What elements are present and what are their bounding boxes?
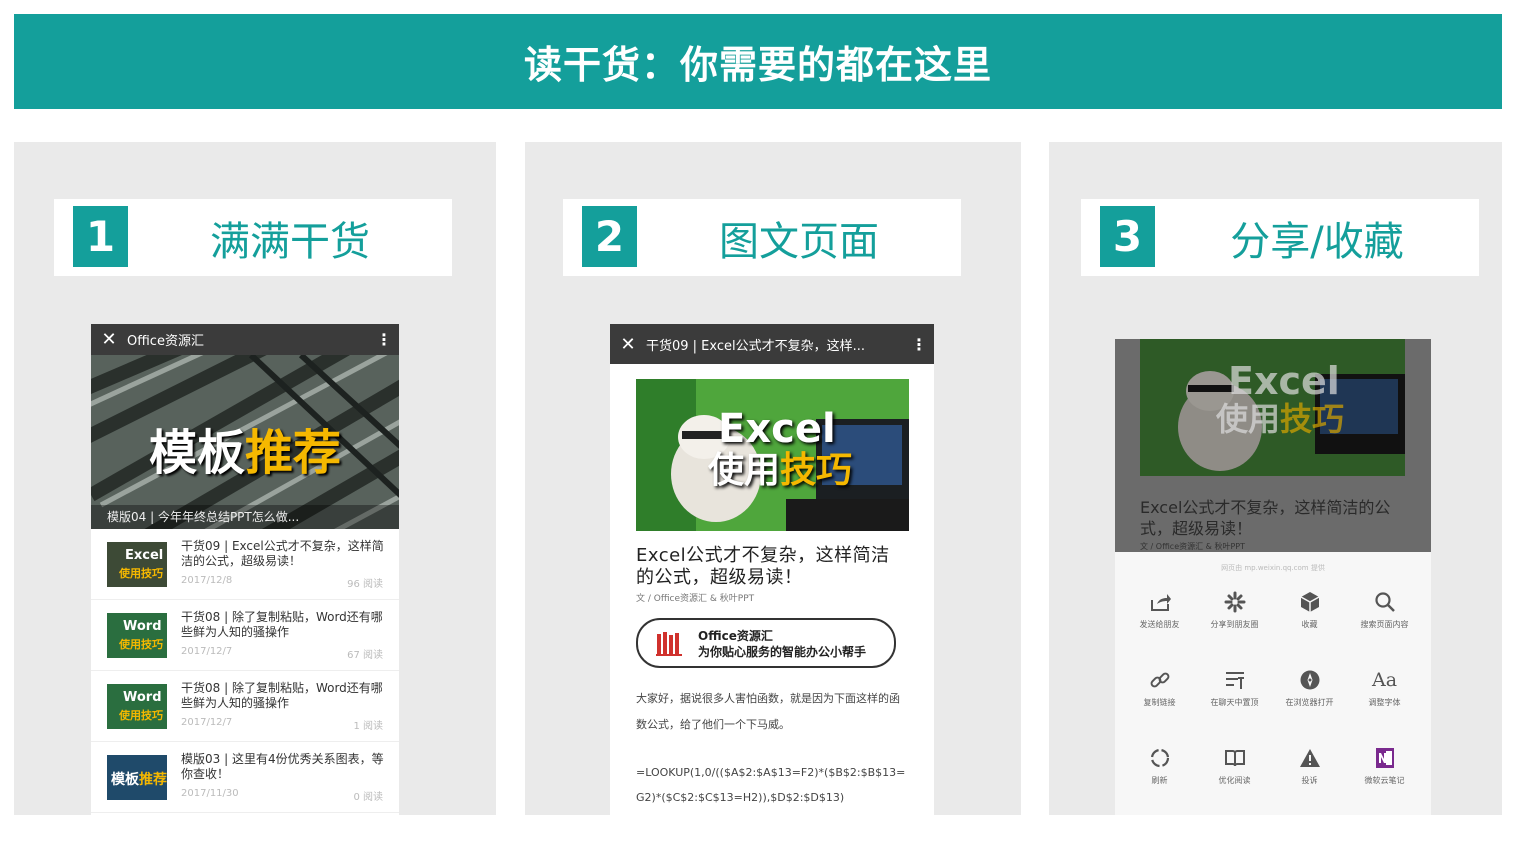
onenote-button[interactable]: 微软云笔记 <box>1347 745 1422 786</box>
app-bar: ✕ Office资源汇 ⋮ <box>91 324 399 355</box>
copy-link-button[interactable]: 复制链接 <box>1122 667 1197 708</box>
pin-in-chat-button[interactable]: 在聊天中置顶 <box>1197 667 1272 708</box>
article-formula: =LOOKUP(1,0/(($A$2:$A$13=F2)*($B$2:$B$13… <box>636 766 906 804</box>
article-title: Excel公式才不复杂，这样简洁的公式，超级易读！ <box>636 545 890 588</box>
banner-title: 读干货：你需要的都在这里 <box>523 43 992 87</box>
article-thumbnail: Word 使用技巧 <box>107 684 167 729</box>
close-icon[interactable]: ✕ <box>610 334 646 355</box>
article-title: 干货08 | 除了复制粘贴，Word还有哪些鲜为人知的骚操作 <box>181 681 383 710</box>
refresh-button[interactable]: 刷新 <box>1122 745 1197 786</box>
pin-chat-icon <box>1225 672 1244 689</box>
article-thumbnail: Word 使用技巧 <box>107 613 167 658</box>
list-item[interactable]: Word 使用技巧 干货08 | 除了复制粘贴，Word还有哪些鲜为人知的骚操作… <box>91 600 399 671</box>
article-date: 2017/11/30 <box>181 788 239 799</box>
article-byline: 文 / Office资源汇 & 秋叶PPT <box>1140 542 1245 551</box>
article-title: 干货09 | Excel公式才不复杂，这样简洁的公式，超级易读！ <box>181 539 384 568</box>
top-banner: 读干货：你需要的都在这里 <box>14 14 1502 109</box>
app-title: Office资源汇 <box>127 334 204 349</box>
refresh-icon <box>1150 748 1169 768</box>
complaint-icon <box>1299 749 1320 767</box>
article-read-count: 0 阅读 <box>353 792 383 803</box>
font-size-button[interactable]: Aa 调整字体 <box>1347 667 1422 708</box>
panel-title: 分享/收藏 <box>1230 218 1404 265</box>
account-card[interactable]: Office资源汇 为你贴心服务的智能办公小帮手 <box>636 618 896 668</box>
panel-1-header: 1 满满干货 <box>54 199 452 276</box>
panel-2-header: 2 图文页面 <box>563 199 961 276</box>
article-read-count: 1 阅读 <box>353 721 383 732</box>
panel-2: 2 图文页面 ✕ 干货09 | Excel公式才不复杂，这样... ⋮ Exce… <box>525 142 1021 815</box>
reader-mode-icon <box>1224 750 1245 767</box>
article-title: Excel公式才不复杂，这样简洁的公式，超级易读！ <box>1140 498 1391 538</box>
share-to-friend-button[interactable]: 发送给朋友 <box>1122 589 1197 630</box>
step-number: 3 <box>1100 206 1155 267</box>
books-logo-icon <box>656 632 682 656</box>
panel-3: 3 分享/收藏 Excel 使用技巧 Excel公式才不复杂，这样简洁的公式，超… <box>1049 142 1502 815</box>
more-menu-icon[interactable]: ⋮ <box>369 330 399 349</box>
reader-mode-button[interactable]: 优化阅读 <box>1197 745 1272 786</box>
source-note: 网页由 mp.weixin.qq.com 提供 <box>1221 564 1325 572</box>
article-byline: 文 / Office资源汇 & 秋叶PPT <box>636 594 755 604</box>
link-icon <box>1150 672 1169 688</box>
font-size-icon: Aa <box>1371 669 1398 691</box>
step-number: 1 <box>73 206 128 267</box>
article-cover: Excel 使用技巧 <box>1140 339 1405 476</box>
panel-3-header: 3 分享/收藏 <box>1081 199 1479 276</box>
article-paragraph: 大家好，据说很多人害怕函数，就是因为下面这样的函数公式，给了他们一个下马威。 <box>636 692 900 731</box>
phone-share-sheet: Excel 使用技巧 Excel公式才不复杂，这样简洁的公式，超级易读！ 文 /… <box>1115 339 1431 815</box>
article-date: 2017/12/7 <box>181 646 233 657</box>
panel-title: 图文页面 <box>719 218 879 265</box>
search-page-button[interactable]: 搜索页面内容 <box>1347 589 1422 630</box>
favorite-button[interactable]: 收藏 <box>1272 589 1347 630</box>
close-icon[interactable]: ✕ <box>91 329 127 350</box>
featured-headline: 模板推荐 <box>149 425 342 481</box>
account-slogan: 为你贴心服务的智能办公小帮手 <box>698 645 867 659</box>
complaint-button[interactable]: 投诉 <box>1272 745 1347 786</box>
app-title: 干货09 | Excel公式才不复杂，这样... <box>646 338 866 354</box>
article-title: 模版03 | 这里有4份优秀关系图表，等你查收！ <box>181 752 384 781</box>
share-forward-icon <box>1150 594 1171 611</box>
favorite-cube-icon <box>1300 592 1319 612</box>
browser-icon <box>1300 670 1319 690</box>
list-item[interactable]: Excel 使用技巧 干货09 | Excel公式才不复杂，这样简洁的公式，超级… <box>91 529 399 600</box>
article-date: 2017/12/8 <box>181 575 233 586</box>
panel-1: 1 满满干货 ✕ Office资源汇 ⋮ 模板推荐 模版04 | 今年年终总结P… <box>14 142 496 815</box>
list-item[interactable]: Word 使用技巧 干货08 | 除了复制粘贴，Word还有哪些鲜为人知的骚操作… <box>91 671 399 742</box>
dimmed-article: Excel 使用技巧 Excel公式才不复杂，这样简洁的公式，超级易读！ 文 /… <box>1115 339 1431 552</box>
article-thumbnail: Excel 使用技巧 <box>107 542 167 587</box>
featured-article[interactable]: 模板推荐 模版04 | 今年年终总结PPT怎么做... <box>91 355 399 529</box>
cover-headline: Excel 使用技巧 <box>1216 359 1345 438</box>
moments-icon <box>1224 591 1245 613</box>
open-in-browser-button[interactable]: 在浏览器打开 <box>1272 667 1347 708</box>
share-to-moments-button[interactable]: 分享到朋友圈 <box>1197 589 1272 630</box>
app-bar: ✕ 干货09 | Excel公式才不复杂，这样... ⋮ <box>610 324 934 364</box>
onenote-icon <box>1375 748 1394 768</box>
article-date: 2017/12/7 <box>181 717 233 728</box>
featured-caption: 模版04 | 今年年终总结PPT怎么做... <box>107 510 300 524</box>
article-read-count: 67 阅读 <box>347 650 383 661</box>
more-menu-icon[interactable]: ⋮ <box>904 335 934 354</box>
article-thumbnail: 模板推荐 <box>107 755 167 800</box>
article-read-count: 96 阅读 <box>347 579 383 590</box>
article-title: 干货08 | 除了复制粘贴，Word还有哪些鲜为人知的骚操作 <box>181 610 383 639</box>
search-icon <box>1374 592 1395 612</box>
cover-headline: Excel 使用技巧 <box>708 406 853 491</box>
step-number: 2 <box>582 206 637 267</box>
account-name: Office资源汇 <box>698 629 773 643</box>
list-item[interactable]: 模板推荐 模版03 | 这里有4份优秀关系图表，等你查收！ 2017/11/30… <box>91 742 399 813</box>
article-cover: Excel 使用技巧 <box>636 379 909 531</box>
phone-article-list: ✕ Office资源汇 ⋮ 模板推荐 模版04 | 今年年终总结PPT怎么做..… <box>91 324 399 815</box>
panel-title: 满满干货 <box>210 218 370 265</box>
phone-article-page: ✕ 干货09 | Excel公式才不复杂，这样... ⋮ Excel 使用技巧 … <box>610 324 934 815</box>
